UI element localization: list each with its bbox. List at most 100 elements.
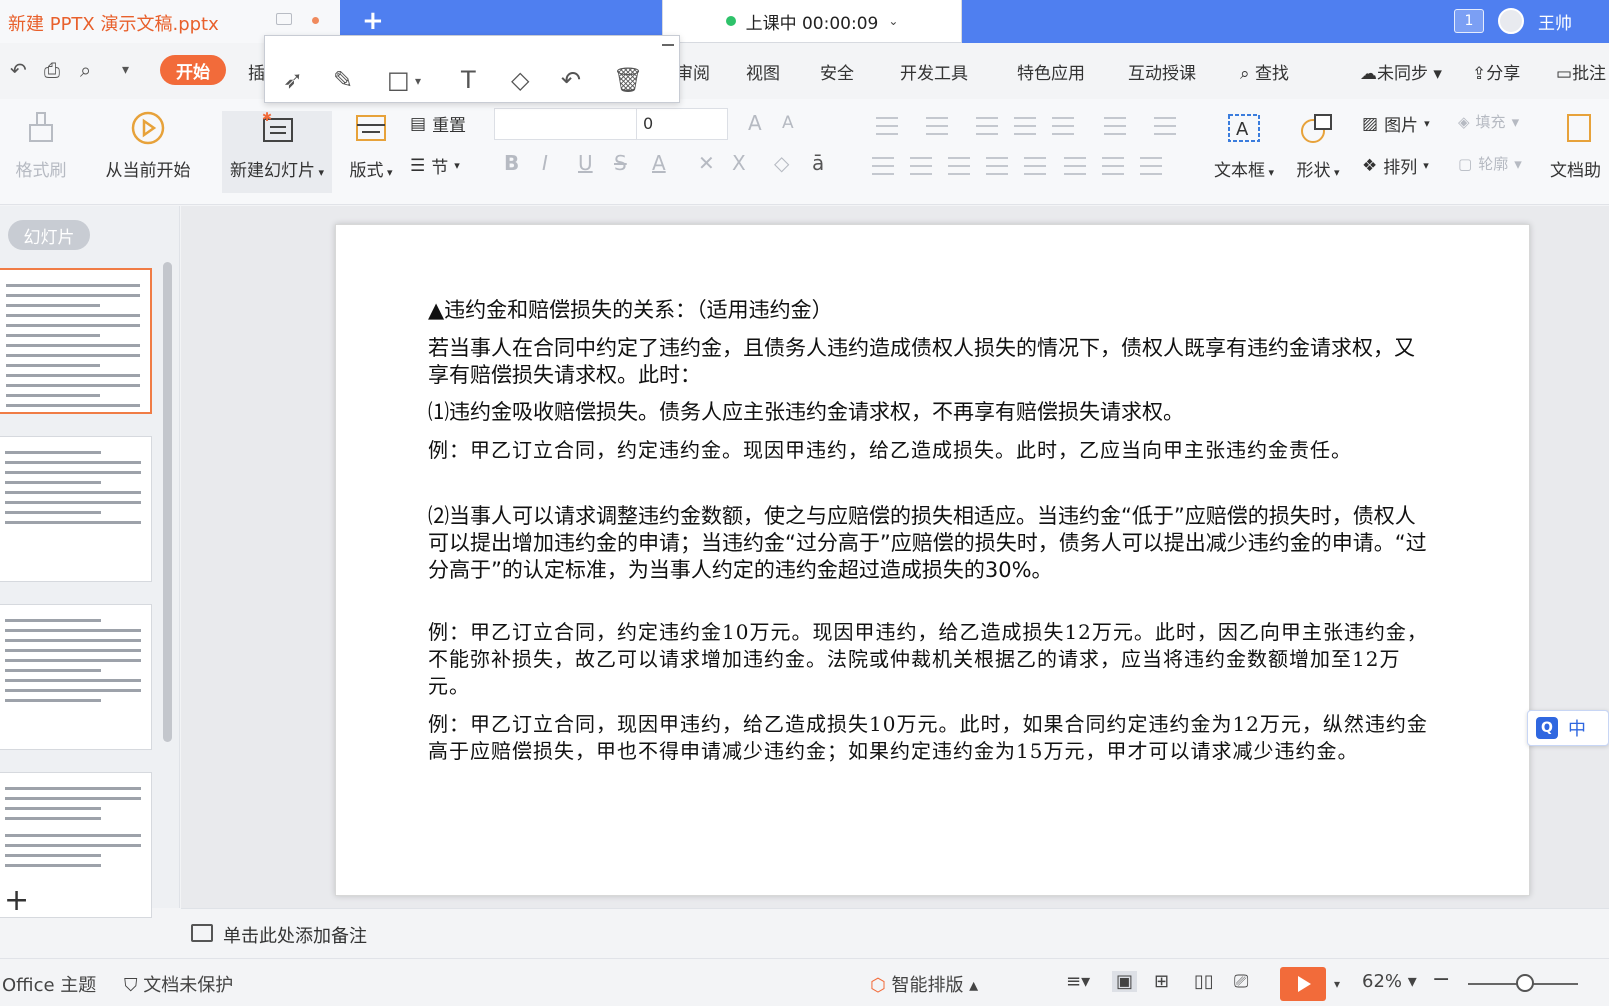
- chevron-down-icon[interactable]: ▾: [415, 74, 421, 88]
- doc-protect-status[interactable]: ⛉ 文档未保护: [124, 971, 233, 997]
- chevron-down-icon[interactable]: ⌄: [888, 14, 898, 28]
- clear-format-icon[interactable]: ✕: [698, 151, 715, 175]
- trash-icon[interactable]: 🗑: [613, 66, 643, 94]
- decrease-font-icon[interactable]: A: [782, 113, 794, 133]
- shape-button[interactable]: 形状 ▾: [1292, 111, 1344, 181]
- slide-example-1[interactable]: 例：甲乙订立合同，约定违约金。现因甲违约，给乙造成损失。此时，乙应当向甲主张违约…: [428, 437, 1428, 464]
- dropdown-arrow-icon[interactable]: ▾: [1265, 166, 1274, 179]
- reading-view-icon[interactable]: ▯▯: [1194, 971, 1214, 992]
- slide-thumbnail-1[interactable]: [0, 268, 152, 414]
- format-painter-button[interactable]: 格式刷: [12, 111, 70, 181]
- slide-heading[interactable]: ▲违约金和赔偿损失的关系：（适用违约金）: [428, 297, 1428, 324]
- outline-button[interactable]: ▢ 轮廓 ▾: [1458, 153, 1522, 174]
- slide-thumbnail-3[interactable]: [0, 604, 152, 750]
- dropdown-arrow-icon[interactable]: ▾: [1424, 117, 1430, 130]
- quick-access-dropdown-icon[interactable]: ▾: [122, 62, 129, 78]
- section-button[interactable]: ☰ 节 ▾: [410, 153, 460, 179]
- comment-button[interactable]: ▭批注: [1556, 59, 1606, 84]
- slide-example-3[interactable]: 例：甲乙订立合同，现因甲违约，给乙造成损失10万元。此时，如果合同约定违约金为1…: [428, 711, 1428, 765]
- tab-view[interactable]: 视图: [746, 59, 780, 84]
- slide-example-2[interactable]: 例：甲乙订立合同，约定违约金10万元。现因甲违约，给乙造成损失12万元。此时，因…: [428, 619, 1428, 700]
- columns-icon[interactable]: [1104, 117, 1126, 135]
- phonetic-icon[interactable]: ā: [812, 151, 824, 175]
- presenter-view-icon[interactable]: ⎚: [1234, 971, 1248, 992]
- font-size-input[interactable]: 0: [636, 108, 728, 140]
- line-spacing-icon[interactable]: [1154, 117, 1176, 135]
- align-center-icon[interactable]: [910, 157, 932, 175]
- tab-slides[interactable]: 幻灯片: [8, 220, 90, 250]
- arrange-button[interactable]: ❖ 排列 ▾: [1362, 153, 1429, 179]
- new-tab-button[interactable]: +: [362, 6, 384, 36]
- slide-thumbnail-2[interactable]: [0, 436, 152, 582]
- indent-icon[interactable]: [1102, 157, 1124, 175]
- search-button[interactable]: ⌕ 查找: [1240, 59, 1289, 84]
- para-spacing-icon[interactable]: [1064, 157, 1086, 175]
- dropdown-arrow-icon[interactable]: ▾: [1330, 166, 1340, 179]
- textbox-button[interactable]: A 文本框 ▾: [1212, 111, 1276, 181]
- new-slide-button[interactable]: ✱ 新建幻灯片 ▾: [222, 110, 332, 193]
- monitor-icon[interactable]: [276, 13, 292, 25]
- slide-sorter-icon[interactable]: ⊞: [1154, 971, 1169, 992]
- list-level-icon[interactable]: [1140, 157, 1162, 175]
- avatar[interactable]: [1498, 8, 1524, 34]
- underline-icon[interactable]: U: [578, 151, 593, 175]
- tab-security[interactable]: 安全: [820, 59, 854, 84]
- numbered-list-icon[interactable]: [926, 117, 948, 135]
- tab-developer[interactable]: 开发工具: [900, 59, 968, 84]
- add-slide-button[interactable]: +: [4, 886, 29, 916]
- reset-button[interactable]: ▤ 重置: [410, 111, 466, 137]
- tab-insert-partial[interactable]: 插: [248, 59, 265, 84]
- tab-special[interactable]: 特色应用: [1017, 59, 1085, 84]
- font-color-icon[interactable]: A: [652, 151, 666, 175]
- italic-icon[interactable]: I: [542, 151, 548, 175]
- distribute-icon[interactable]: [1024, 157, 1046, 175]
- eraser-icon[interactable]: ◇: [774, 151, 789, 175]
- dropdown-arrow-icon[interactable]: ▾: [1423, 159, 1429, 172]
- text-tool-icon[interactable]: T: [461, 66, 476, 94]
- play-from-current-button[interactable]: 从当前开始: [92, 111, 204, 181]
- tab-start[interactable]: 开始: [160, 55, 226, 85]
- thumbnail-scrollbar[interactable]: [163, 262, 172, 742]
- notes-bar[interactable]: 单击此处添加备注: [181, 908, 1609, 958]
- doc-assistant-button[interactable]: 文档助: [1550, 111, 1609, 181]
- minimize-icon[interactable]: [662, 44, 674, 46]
- font-name-input[interactable]: [494, 108, 642, 140]
- zoom-slider-handle[interactable]: [1516, 974, 1534, 992]
- dropdown-arrow-icon[interactable]: ▾: [315, 166, 324, 179]
- zoom-level[interactable]: 62% ▾: [1362, 971, 1417, 992]
- user-name[interactable]: 王帅: [1538, 9, 1572, 34]
- picture-button[interactable]: ▨ 图片 ▾: [1362, 111, 1430, 137]
- print-preview-icon[interactable]: ⌕: [80, 58, 91, 82]
- align-right-icon[interactable]: [948, 157, 970, 175]
- pen-icon[interactable]: ✎: [333, 66, 353, 94]
- class-timer[interactable]: 上课中 00:00:09 ⌄: [662, 0, 962, 43]
- tab-interactive[interactable]: 互动授课: [1128, 59, 1196, 84]
- slide-intro[interactable]: 若当事人在合同中约定了违约金，且债务人违约造成债权人损失的情况下，债权人既享有违…: [428, 335, 1428, 389]
- slide-point-1[interactable]: ⑴违约金吸收赔偿损失。债务人应主张违约金请求权，不再享有赔偿损失请求权。: [428, 399, 1428, 426]
- sync-button[interactable]: ☁未同步 ▾: [1360, 59, 1442, 84]
- subscript-icon[interactable]: X: [732, 151, 746, 175]
- bold-icon[interactable]: B: [504, 151, 519, 175]
- text-direction-icon[interactable]: [1052, 117, 1074, 135]
- window-count-badge[interactable]: 1: [1454, 9, 1484, 33]
- ime-mode[interactable]: 中: [1568, 715, 1586, 741]
- slide-point-2[interactable]: ⑵当事人可以请求调整违约金数额，使之与应赔偿的损失相适应。当违约金“低于”应赔偿…: [428, 503, 1428, 584]
- play-slideshow-button[interactable]: [1280, 967, 1326, 1001]
- slide[interactable]: ▲违约金和赔偿损失的关系：（适用违约金） 若当事人在合同中约定了违约金，且债务人…: [335, 224, 1530, 896]
- share-button[interactable]: ⇪分享: [1472, 59, 1520, 84]
- dropdown-arrow-icon[interactable]: ▾: [454, 159, 460, 172]
- chevron-down-icon[interactable]: ▾: [1334, 977, 1340, 991]
- eraser-icon[interactable]: ◇: [511, 66, 529, 94]
- decrease-indent-icon[interactable]: [976, 117, 998, 135]
- zoom-out-icon[interactable]: −: [1432, 967, 1450, 992]
- normal-view-icon[interactable]: ▣: [1112, 971, 1138, 992]
- rectangle-icon[interactable]: □: [387, 66, 410, 94]
- increase-font-icon[interactable]: A: [748, 111, 762, 135]
- justify-icon[interactable]: [986, 157, 1008, 175]
- layout-button[interactable]: 版式 ▾: [346, 111, 396, 181]
- ime-toolbar[interactable]: Q 中: [1527, 710, 1609, 746]
- notes-toggle-icon[interactable]: ≡▾: [1066, 971, 1090, 992]
- tab-review[interactable]: 审阅: [676, 59, 710, 84]
- dropdown-arrow-icon[interactable]: ▾: [383, 166, 393, 179]
- pointer-arrow-icon[interactable]: ➶: [283, 66, 303, 94]
